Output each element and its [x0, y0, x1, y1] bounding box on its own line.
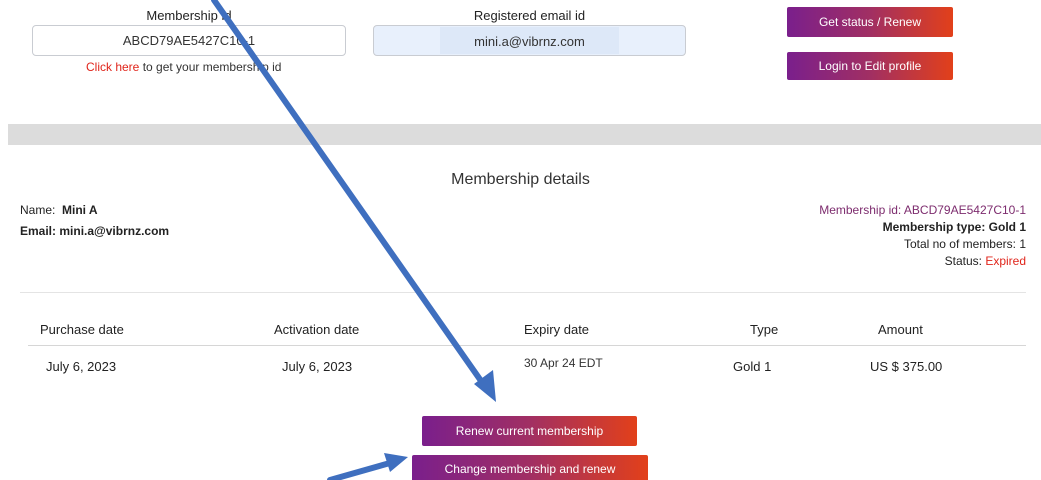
- cell-purchase-date: July 6, 2023: [46, 359, 117, 374]
- name-label: Name:: [20, 203, 56, 217]
- header-activation-date: Activation date: [274, 322, 360, 337]
- status-row: Status: Expired: [626, 253, 1026, 270]
- status-label: Status:: [944, 254, 982, 268]
- member-email: mini.a@vibrnz.com: [59, 224, 170, 238]
- email-input-value: mini.a@vibrnz.com: [440, 27, 619, 54]
- email-input[interactable]: mini.a@vibrnz.com: [373, 25, 686, 56]
- change-membership-renew-button[interactable]: Change membership and renew: [412, 455, 648, 480]
- total-members-text: Total no of members: 1: [903, 237, 1026, 251]
- arrow-to-change-button: [327, 460, 393, 480]
- status-badge: Expired: [985, 254, 1026, 268]
- section-divider: [8, 124, 1041, 145]
- details-separator: [20, 292, 1026, 293]
- cell-type: Gold 1: [733, 359, 772, 374]
- arrow-head-renew-icon: [474, 370, 496, 402]
- click-here-link[interactable]: Click here: [86, 60, 139, 74]
- member-email-row: Email: mini.a@vibrnz.com: [20, 221, 169, 242]
- membership-id-help: Click here to get your membership id: [86, 60, 281, 74]
- email-label: Registered email id: [473, 8, 586, 23]
- table-header-separator: [28, 345, 1026, 346]
- cell-expiry-date: 30 Apr 24 EDT: [524, 356, 603, 370]
- member-info: Name: Mini A Email: mini.a@vibrnz.com: [20, 200, 169, 242]
- member-name: Mini A: [62, 203, 98, 217]
- arrow-head-change-icon: [384, 453, 408, 472]
- membership-details-title: Membership details: [451, 171, 590, 188]
- header-type: Type: [750, 322, 779, 337]
- renew-current-membership-button[interactable]: Renew current membership: [422, 416, 637, 446]
- help-text: to get your membership id: [139, 60, 282, 74]
- cell-activation-date: July 6, 2023: [282, 359, 353, 374]
- membership-id-text: Membership id: ABCD79AE5427C10-1: [819, 203, 1026, 217]
- membership-id-input[interactable]: ABCD79AE5427C10-1: [32, 25, 346, 56]
- header-purchase-date: Purchase date: [40, 322, 124, 337]
- member-name-row: Name: Mini A: [20, 200, 169, 221]
- email-label-detail: Email:: [20, 224, 57, 238]
- membership-summary: Membership id: ABCD79AE5427C10-1 Members…: [626, 202, 1026, 270]
- login-edit-profile-button[interactable]: Login to Edit profile: [787, 52, 953, 80]
- header-expiry-date: Expiry date: [524, 322, 590, 337]
- cell-amount: US $ 375.00: [870, 359, 943, 374]
- header-amount: Amount: [878, 322, 923, 337]
- membership-type-text: Membership type: Gold 1: [882, 220, 1026, 234]
- membership-id-label: Membership id: [146, 8, 232, 23]
- get-status-renew-button[interactable]: Get status / Renew: [787, 7, 953, 37]
